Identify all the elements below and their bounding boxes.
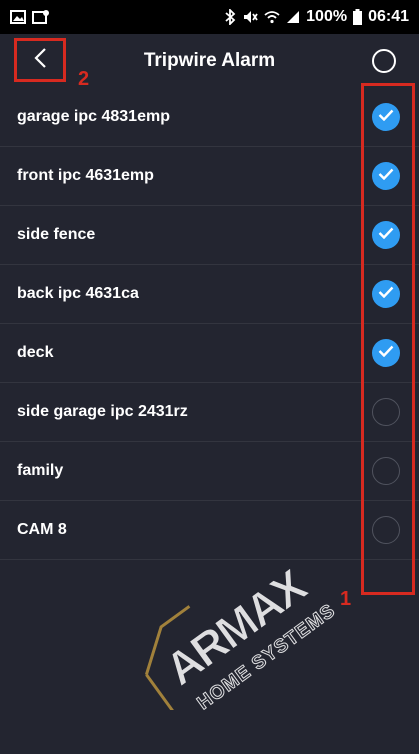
gallery-icon	[10, 10, 26, 24]
armax-watermark-logo: ARMAX HOME SYSTEMS	[120, 545, 350, 721]
camera-list: garage ipc 4831emp front ipc 4631emp side …	[0, 88, 419, 560]
camera-checkbox-unchecked[interactable]	[372, 398, 400, 426]
camera-row[interactable]: family	[0, 442, 419, 501]
camera-row[interactable]: deck	[0, 324, 419, 383]
checkmark-icon	[378, 285, 394, 303]
status-bar-left	[10, 9, 50, 25]
camera-name: garage ipc 4831emp	[17, 108, 170, 125]
mute-icon	[242, 9, 258, 25]
battery-icon	[353, 9, 363, 25]
clock: 06:41	[368, 8, 409, 25]
camera-name: family	[17, 462, 64, 479]
chevron-left-icon	[33, 47, 47, 74]
camera-row[interactable]: front ipc 4631emp	[0, 147, 419, 206]
back-button[interactable]	[14, 38, 66, 82]
camera-name: side fence	[17, 226, 96, 243]
camera-name: side garage ipc 2431rz	[17, 403, 188, 420]
signal-icon	[286, 10, 300, 24]
checkmark-icon	[378, 167, 394, 185]
camera-name: CAM 8	[17, 521, 67, 538]
bluetooth-icon	[224, 9, 236, 25]
camera-checkbox-unchecked[interactable]	[372, 516, 400, 544]
camera-name: front ipc 4631emp	[17, 167, 154, 184]
camera-name: deck	[17, 344, 54, 361]
camera-checkbox-checked[interactable]	[372, 221, 400, 249]
status-bar-right: 100% 06:41	[224, 8, 409, 26]
checkmark-icon	[378, 344, 394, 362]
camera-row[interactable]: side fence	[0, 206, 419, 265]
status-bar: 100% 06:41	[0, 0, 419, 34]
camera-row[interactable]: garage ipc 4831emp	[0, 88, 419, 147]
camera-checkbox-checked[interactable]	[372, 339, 400, 367]
wifi-icon	[264, 10, 280, 24]
app-header: Tripwire Alarm 2	[0, 34, 419, 90]
checkmark-icon	[378, 226, 394, 244]
camera-checkbox-checked[interactable]	[372, 103, 400, 131]
camera-checkbox-unchecked[interactable]	[372, 457, 400, 485]
select-all-checkbox[interactable]	[372, 49, 396, 73]
notification-image-icon	[32, 9, 50, 25]
camera-checkbox-checked[interactable]	[372, 280, 400, 308]
checkmark-icon	[378, 108, 394, 126]
battery-percentage: 100%	[306, 8, 348, 25]
camera-checkbox-checked[interactable]	[372, 162, 400, 190]
camera-row[interactable]: side garage ipc 2431rz	[0, 383, 419, 442]
camera-name: back ipc 4631ca	[17, 285, 139, 302]
camera-row[interactable]: back ipc 4631ca	[0, 265, 419, 324]
